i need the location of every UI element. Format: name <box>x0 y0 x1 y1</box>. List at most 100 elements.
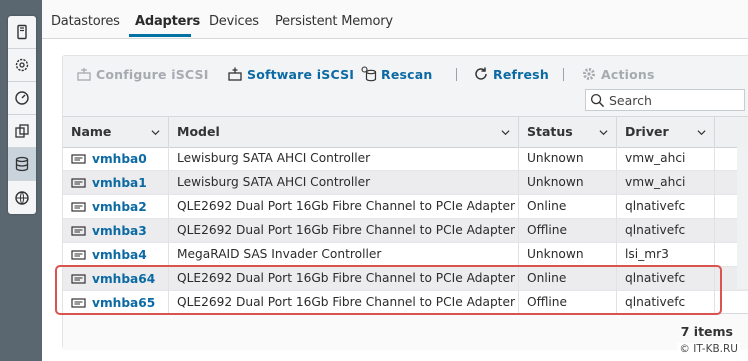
cell-name-text: vmhba2 <box>92 199 147 214</box>
gear-icon <box>583 68 595 80</box>
cell-status-text: Unknown <box>527 151 584 165</box>
sidebar-vms-button[interactable] <box>8 115 36 148</box>
sidebar-host-button[interactable] <box>8 16 36 49</box>
highlight-box <box>55 265 722 315</box>
software-iscsi-label: Software iSCSI <box>247 66 355 82</box>
active-tab-indicator <box>129 34 191 37</box>
cell-model-text: MegaRAID SAS Invader Controller <box>177 247 382 261</box>
refresh-label: Refresh <box>493 66 549 82</box>
adapter-icon <box>71 154 86 164</box>
adapter-icon <box>71 226 86 236</box>
search-input[interactable]: Search <box>585 89 745 111</box>
cell-status-text: Offline <box>527 223 567 237</box>
tab-persistent-memory[interactable]: Persistent Memory <box>275 14 393 29</box>
refresh-button[interactable]: Refresh <box>473 63 549 85</box>
software-iscsi-button[interactable]: Software iSCSI <box>227 63 354 85</box>
cell-driver: vmw_ahci <box>617 147 715 171</box>
cell-status-text: Unknown <box>527 175 584 189</box>
column-header-status[interactable]: Status <box>519 117 617 147</box>
configure-iscsi-icon <box>77 68 91 81</box>
cell-status: Offline <box>519 219 617 243</box>
cell-name-text: vmhba4 <box>92 247 147 262</box>
cell-model-text: Lewisburg SATA AHCI Controller <box>177 151 371 165</box>
watermark: © IT-KB.RU <box>677 343 740 355</box>
tab-devices[interactable]: Devices <box>209 14 259 29</box>
sidebar-monitor-button[interactable] <box>8 82 36 115</box>
cell-driver-text: lsi_mr3 <box>625 247 669 261</box>
software-iscsi-icon <box>228 67 242 81</box>
cell-model: QLE2692 Dual Port 16Gb Fibre Channel to … <box>169 219 519 243</box>
chevron-down-icon[interactable] <box>501 128 510 137</box>
cell-name-text: vmhba1 <box>92 175 147 190</box>
column-header-name[interactable]: Name <box>63 117 169 147</box>
sidebar-storage-button[interactable] <box>8 148 36 181</box>
sidebar-networking-button[interactable] <box>8 181 36 214</box>
cell-status: Unknown <box>519 171 617 195</box>
chevron-down-icon[interactable] <box>697 128 706 137</box>
storage-icon <box>15 156 29 172</box>
actions-button[interactable]: Actions <box>581 63 655 85</box>
tab-bar: Datastores Adapters Devices Persistent M… <box>42 0 748 39</box>
actions-label: Actions <box>601 66 655 82</box>
column-driver-label: Driver <box>625 124 669 139</box>
sidebar-icon-strip <box>8 16 36 214</box>
search-icon <box>590 93 605 107</box>
cell-status-text: Unknown <box>527 247 584 261</box>
cell-name[interactable]: vmhba4 <box>63 243 169 267</box>
cell-model-text: Lewisburg SATA AHCI Controller <box>177 175 371 189</box>
table-footer: 7 items <box>63 313 748 350</box>
adapter-icon <box>71 202 86 212</box>
cell-name[interactable]: vmhba0 <box>63 147 169 171</box>
cell-model: QLE2692 Dual Port 16Gb Fibre Channel to … <box>169 195 519 219</box>
cell-model: Lewisburg SATA AHCI Controller <box>169 171 519 195</box>
vertical-scrollbar[interactable] <box>737 147 748 289</box>
cell-model: MegaRAID SAS Invader Controller <box>169 243 519 267</box>
column-header-model[interactable]: Model <box>169 117 519 147</box>
cell-driver-text: vmw_ahci <box>625 151 686 165</box>
rescan-storage-icon <box>361 66 377 82</box>
table-row[interactable]: vmhba1 Lewisburg SATA AHCI Controller Unkn… <box>63 171 748 195</box>
table-row[interactable]: vmhba4 MegaRAID SAS Invader Controller Unk… <box>63 243 748 267</box>
cell-model-text: QLE2692 Dual Port 16Gb Fibre Channel to … <box>177 199 515 213</box>
tab-adapters[interactable]: Adapters <box>135 14 200 29</box>
cell-driver: qlnativefc <box>617 195 715 219</box>
chevron-down-icon[interactable] <box>599 128 608 137</box>
chevron-down-icon[interactable] <box>151 128 160 137</box>
adapter-icon <box>71 250 86 260</box>
networking-icon <box>15 190 29 205</box>
tab-datastores[interactable]: Datastores <box>51 14 120 29</box>
sidebar-configure-button[interactable] <box>8 49 36 82</box>
cell-model-text: QLE2692 Dual Port 16Gb Fibre Channel to … <box>177 223 515 237</box>
column-header-driver[interactable]: Driver <box>617 117 715 147</box>
cell-model: Lewisburg SATA AHCI Controller <box>169 147 519 171</box>
configure-iscsi-button[interactable]: Configure iSCSI <box>76 63 209 85</box>
vms-icon <box>15 124 29 138</box>
table-row[interactable]: vmhba3 QLE2692 Dual Port 16Gb Fibre Chann… <box>63 219 748 243</box>
cell-name[interactable]: vmhba1 <box>63 171 169 195</box>
table-header: Name Model Status Driver <box>63 117 748 148</box>
configure-iscsi-label: Configure iSCSI <box>96 66 209 82</box>
cell-driver-text: qlnativefc <box>625 223 686 237</box>
cell-name[interactable]: vmhba3 <box>63 219 169 243</box>
host-icon <box>17 24 27 40</box>
column-status-label: Status <box>527 124 573 139</box>
item-count: 7 items <box>680 324 733 339</box>
settings-icon <box>15 58 29 72</box>
toolbar-separator <box>563 68 564 81</box>
search-placeholder: Search <box>609 92 652 108</box>
rescan-button[interactable]: Rescan <box>361 63 433 85</box>
cell-driver: lsi_mr3 <box>617 243 715 267</box>
cell-status-text: Online <box>527 199 567 213</box>
cell-driver: vmw_ahci <box>617 171 715 195</box>
monitor-icon <box>15 91 29 105</box>
cell-driver-text: vmw_ahci <box>625 175 686 189</box>
column-name-label: Name <box>71 124 112 139</box>
cell-name-text: vmhba3 <box>92 223 147 238</box>
cell-status: Unknown <box>519 147 617 171</box>
table-row[interactable]: vmhba2 QLE2692 Dual Port 16Gb Fibre Chann… <box>63 195 748 219</box>
table-row[interactable]: vmhba0 Lewisburg SATA AHCI Controller Unkn… <box>63 147 748 171</box>
toolbar-separator <box>456 68 457 81</box>
cell-status: Online <box>519 195 617 219</box>
rescan-label: Rescan <box>381 66 433 82</box>
cell-name[interactable]: vmhba2 <box>63 195 169 219</box>
